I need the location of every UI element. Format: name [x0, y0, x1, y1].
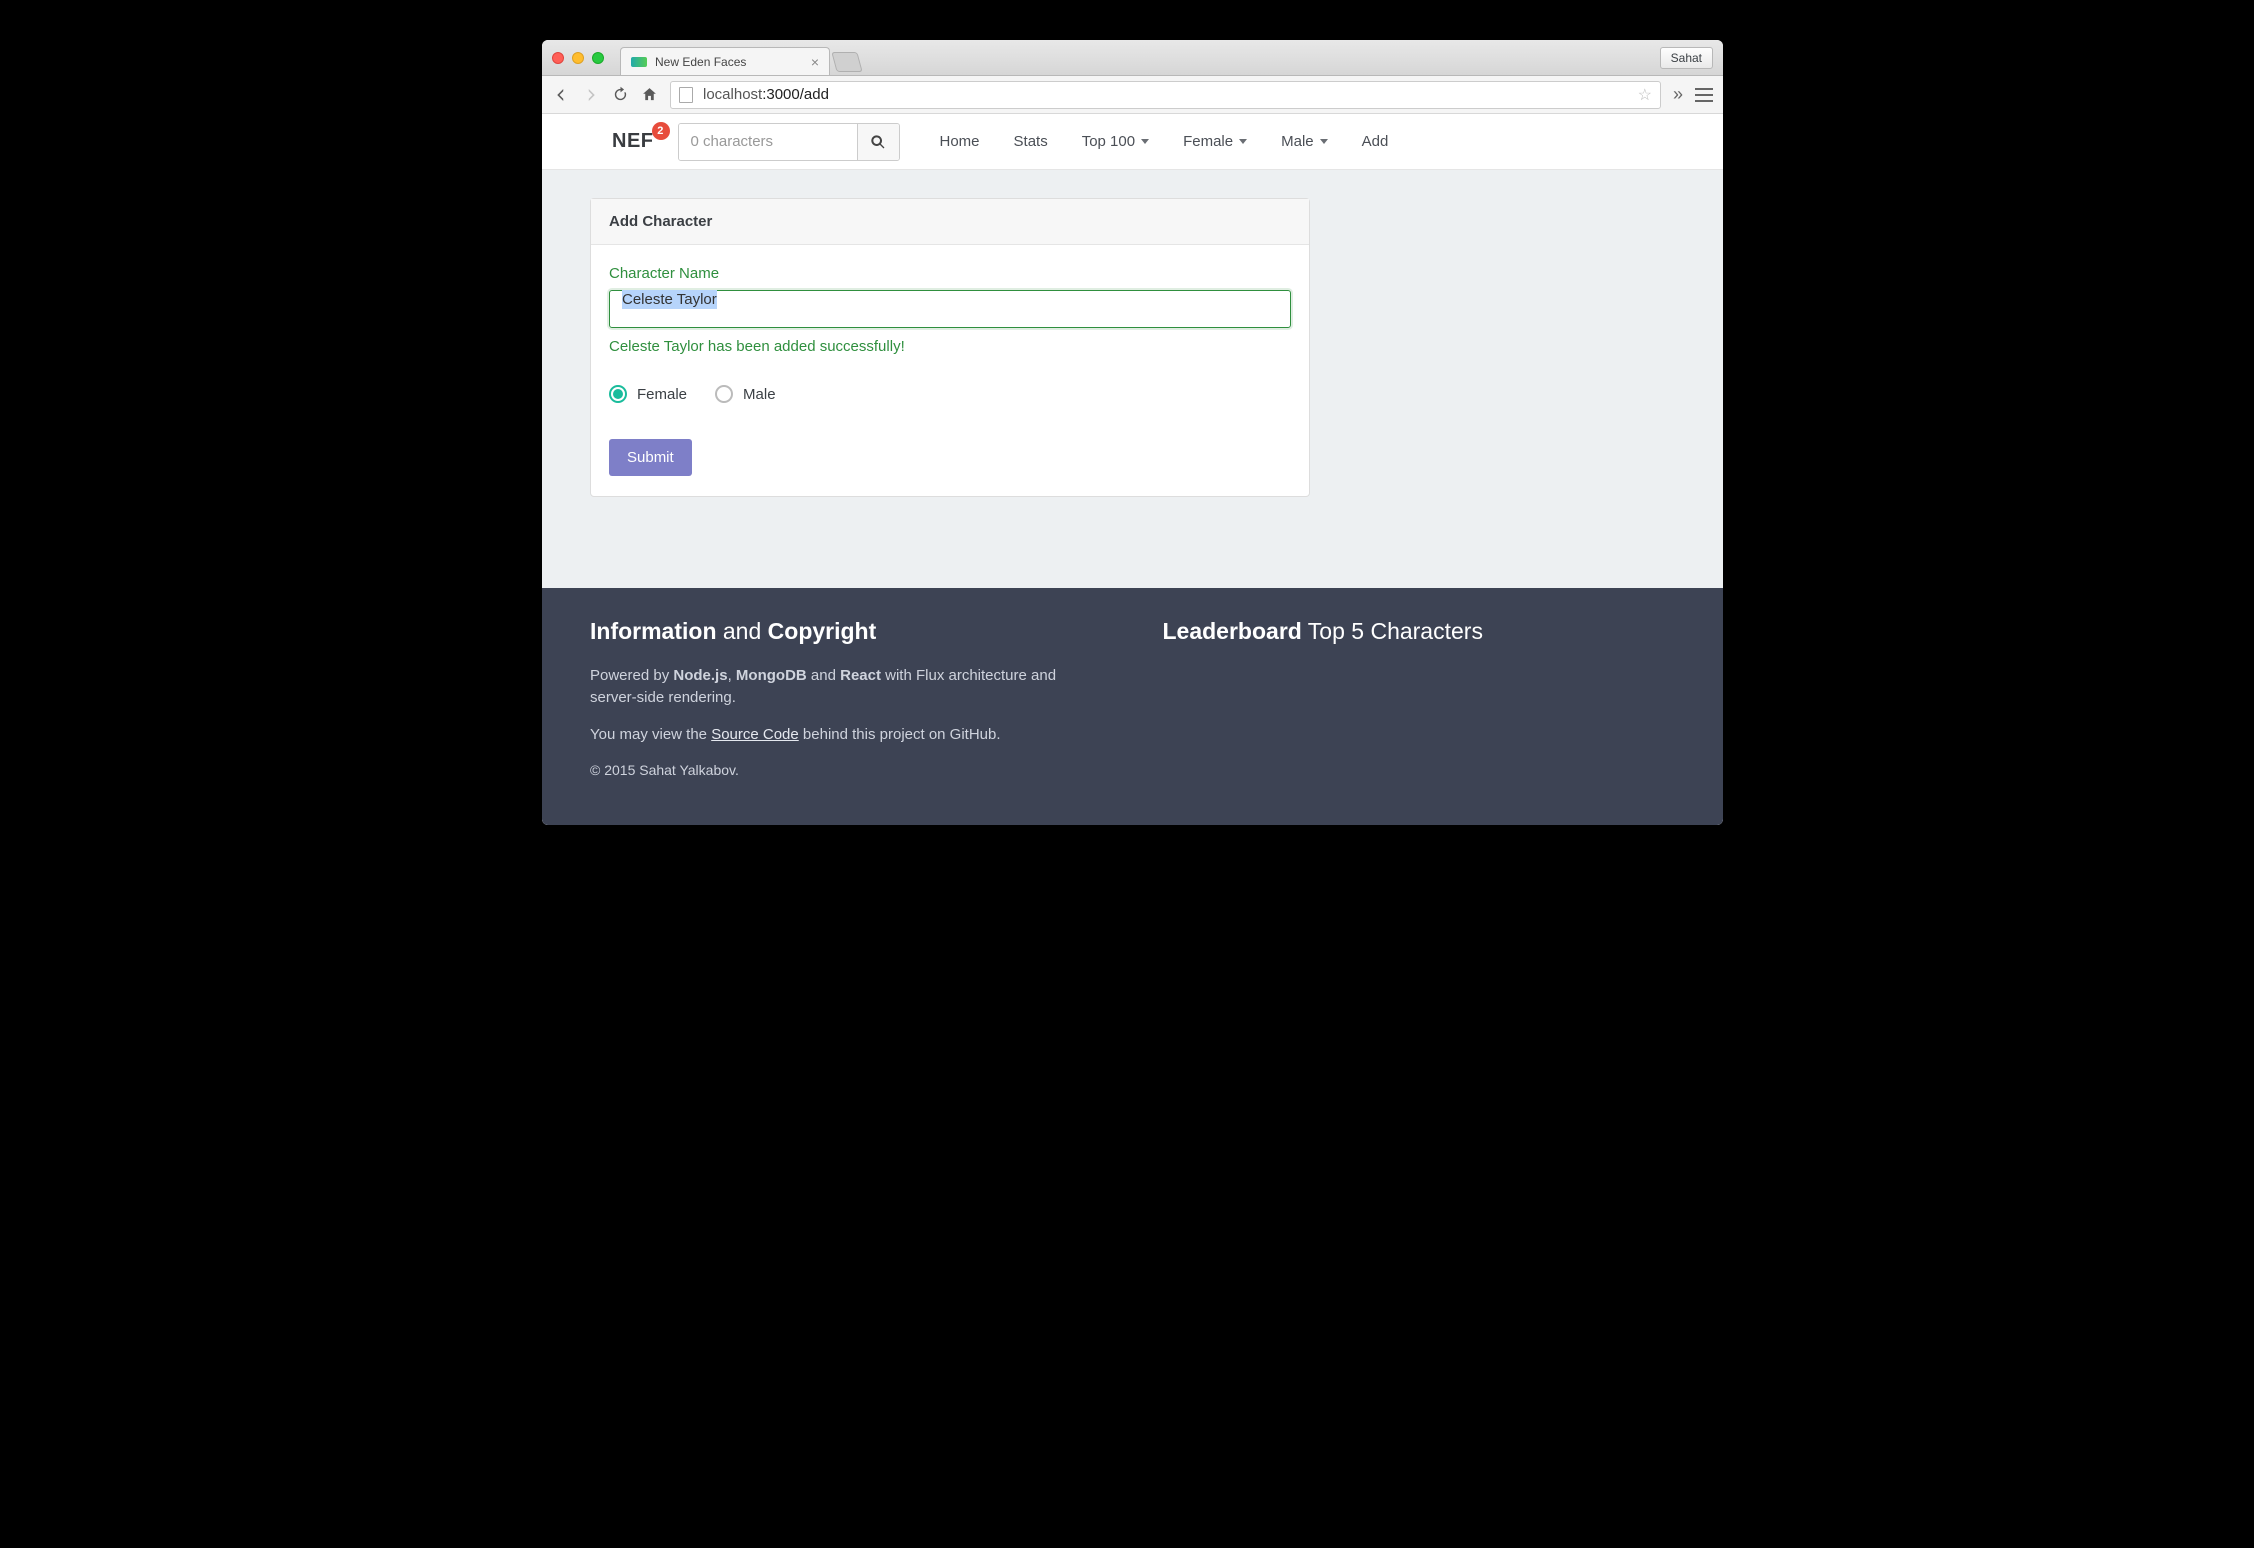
back-icon[interactable] [552, 86, 570, 104]
notification-badge: 2 [652, 122, 670, 140]
radio-icon-unchecked [715, 385, 733, 403]
footer-info-column: Information and Copyright Powered by Nod… [590, 618, 1103, 796]
search-icon [870, 134, 886, 150]
url-path: :3000/add [762, 86, 829, 103]
close-tab-icon[interactable]: × [811, 54, 819, 70]
footer-leaderboard-heading: Leaderboard Top 5 Characters [1163, 618, 1676, 645]
panel-body: Character Name Celeste Taylor Celeste Ta… [591, 245, 1309, 496]
nav-home[interactable]: Home [940, 133, 980, 150]
radio-male-label: Male [743, 386, 776, 403]
home-icon[interactable] [641, 86, 658, 103]
search-group [678, 123, 900, 161]
app-navbar: NEF 2 Home Stats Top 100 Female Male Add [542, 114, 1723, 170]
name-value-selected: Celeste Taylor [622, 290, 717, 309]
brand-text: NEF [612, 130, 654, 152]
title-bar: New Eden Faces × Sahat [542, 40, 1723, 76]
overflow-icon[interactable]: » [1673, 84, 1683, 105]
browser-tab[interactable]: New Eden Faces × [620, 47, 830, 75]
nav-female[interactable]: Female [1183, 133, 1247, 150]
source-code-link[interactable]: Source Code [711, 726, 799, 743]
add-character-panel: Add Character Character Name Celeste Tay… [590, 198, 1310, 497]
reload-icon[interactable] [612, 86, 629, 103]
chevron-down-icon [1141, 139, 1149, 144]
footer-copyright: © 2015 Sahat Yalkabov. [590, 760, 1103, 781]
app-footer: Information and Copyright Powered by Nod… [542, 588, 1723, 826]
maximize-window-button[interactable] [592, 52, 604, 64]
app-viewport: NEF 2 Home Stats Top 100 Female Male Add [542, 114, 1723, 825]
minimize-window-button[interactable] [572, 52, 584, 64]
search-input[interactable] [679, 124, 857, 160]
nav-add[interactable]: Add [1362, 133, 1389, 150]
close-window-button[interactable] [552, 52, 564, 64]
new-tab-button[interactable] [831, 52, 862, 72]
forward-icon [582, 86, 600, 104]
chevron-down-icon [1239, 139, 1247, 144]
success-message: Celeste Taylor has been added successful… [609, 338, 1291, 355]
radio-female[interactable]: Female [609, 385, 687, 403]
browser-window: New Eden Faces × Sahat localhost:3000/ad [542, 40, 1723, 825]
page-content: Add Character Character Name Celeste Tay… [542, 170, 1723, 525]
radio-male[interactable]: Male [715, 385, 776, 403]
profile-button[interactable]: Sahat [1660, 47, 1713, 69]
radio-icon-checked [609, 385, 627, 403]
window-controls [552, 52, 604, 64]
submit-button[interactable]: Submit [609, 439, 692, 476]
url-host: localhost [703, 86, 762, 103]
page-icon [679, 87, 693, 103]
character-name-input[interactable]: Celeste Taylor [609, 290, 1291, 328]
favicon-icon [631, 57, 647, 67]
nav-male[interactable]: Male [1281, 133, 1328, 150]
footer-source: You may view the Source Code behind this… [590, 724, 1103, 747]
address-bar[interactable]: localhost:3000/add ☆ [670, 81, 1661, 109]
panel-title: Add Character [591, 199, 1309, 245]
footer-info-heading: Information and Copyright [590, 618, 1103, 645]
browser-toolbar: localhost:3000/add ☆ » [542, 76, 1723, 114]
footer-leaderboard-column: Leaderboard Top 5 Characters [1163, 618, 1676, 796]
nav-items: Home Stats Top 100 Female Male Add [940, 133, 1389, 150]
brand-logo[interactable]: NEF 2 [612, 130, 654, 153]
bookmark-star-icon[interactable]: ☆ [1638, 85, 1652, 105]
tab-title: New Eden Faces [655, 55, 811, 69]
nav-stats[interactable]: Stats [1014, 133, 1048, 150]
search-button[interactable] [857, 124, 899, 160]
radio-female-label: Female [637, 386, 687, 403]
nav-top100[interactable]: Top 100 [1082, 133, 1149, 150]
name-label: Character Name [609, 265, 1291, 282]
footer-powered-by: Powered by Node.js, MongoDB and React wi… [590, 665, 1103, 710]
chevron-down-icon [1320, 139, 1328, 144]
gender-radios: Female Male [609, 385, 1291, 403]
hamburger-menu-icon[interactable] [1695, 88, 1713, 102]
